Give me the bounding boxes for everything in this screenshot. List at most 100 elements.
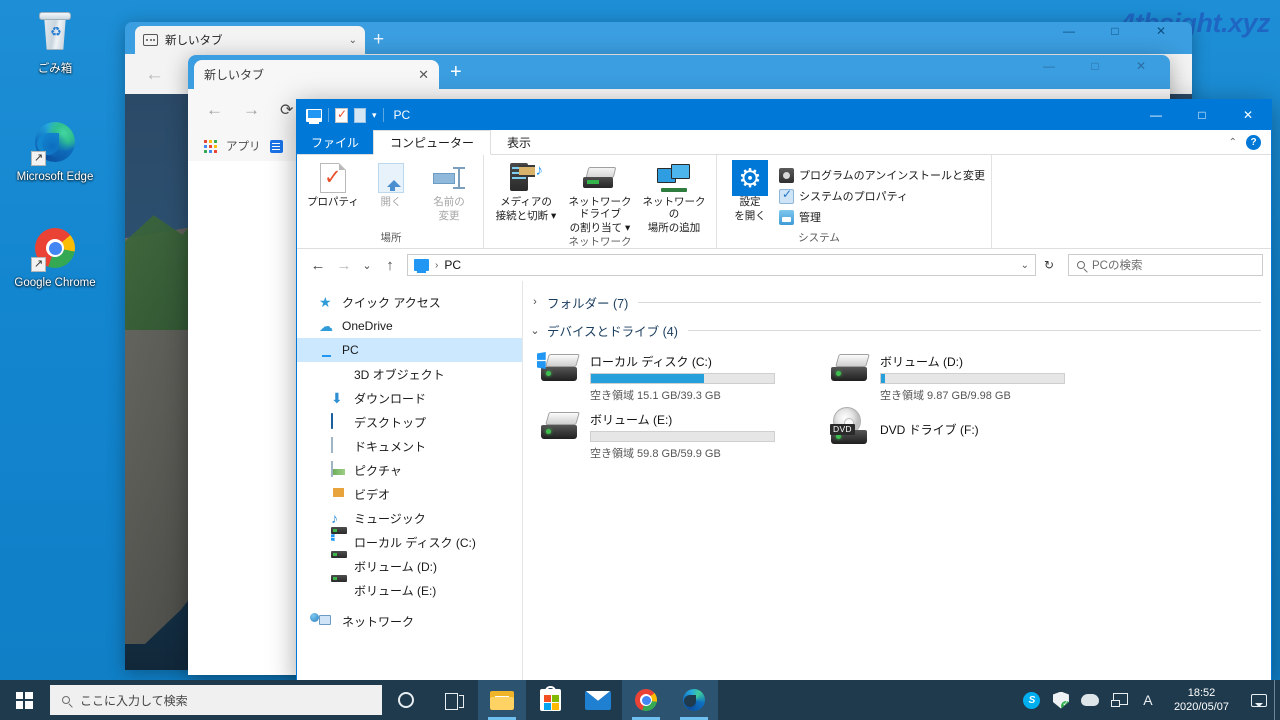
desktop-icon-microsoft-edge[interactable]: ↗ Microsoft Edge — [10, 118, 100, 184]
search-input[interactable]: PCの検索 — [1068, 254, 1263, 276]
navigation-pane[interactable]: ★ クイック アクセス ☁ OneDrive PC 3D オブジェクト ⬇ ダウ… — [297, 281, 523, 683]
chrome-minimize-button[interactable]: — — [1026, 59, 1072, 73]
group-header-folders[interactable]: › フォルダー (7) — [529, 291, 1261, 313]
breadcrumb-item-pc[interactable]: PC — [444, 258, 461, 272]
sidebar-item-pictures[interactable]: ピクチャ — [297, 458, 522, 482]
minimize-button[interactable]: — — [1133, 100, 1179, 130]
google-docs-icon[interactable] — [269, 139, 283, 153]
sidebar-item-documents[interactable]: ドキュメント — [297, 434, 522, 458]
breadcrumb[interactable]: › PC ⌄ — [407, 254, 1036, 276]
edge-back-button[interactable]: ← — [145, 64, 164, 86]
chrome-forward-button[interactable]: → — [243, 100, 260, 120]
apps-grid-icon[interactable] — [204, 139, 217, 153]
clock[interactable]: 18:52 2020/05/07 — [1168, 686, 1235, 714]
window-controls[interactable]: — □ ✕ — [1133, 100, 1271, 130]
group-header-devices-and-drives[interactable]: ⌄ デバイスとドライブ (4) — [529, 319, 1261, 341]
taskbar-search-input[interactable]: ここに入力して検索 — [50, 685, 382, 715]
ribbon-button-properties[interactable]: プロパティ — [305, 160, 361, 208]
taskbar-file-explorer-button[interactable] — [478, 680, 526, 720]
edge-maximize-button[interactable]: □ — [1092, 24, 1138, 38]
explorer-title-bar[interactable]: ▾ PC — □ ✕ — [297, 100, 1271, 130]
tray-network-icon[interactable] — [1110, 691, 1128, 709]
ribbon-item-system-properties[interactable]: システムのプロパティ — [779, 187, 985, 204]
chrome-tab[interactable]: 新しいタブ ✕ — [194, 60, 439, 89]
edge-tab[interactable]: 新しいタブ ⌄ — [135, 26, 365, 54]
close-button[interactable]: ✕ — [1225, 100, 1271, 130]
sidebar-item-videos[interactable]: ビデオ — [297, 482, 522, 506]
edge-new-tab-button[interactable]: + — [373, 30, 384, 49]
back-button[interactable]: ← — [305, 257, 331, 274]
chrome-new-tab-button[interactable]: + — [450, 62, 462, 82]
chrome-back-button[interactable]: ← — [206, 100, 223, 120]
taskbar-task-view-button[interactable] — [430, 680, 478, 720]
ribbon-button-open-settings[interactable]: ⚙ 設定 を開く — [727, 160, 773, 222]
refresh-button[interactable]: ↻ — [1036, 258, 1062, 272]
recent-locations-button[interactable]: ⌄ — [357, 259, 377, 272]
chevron-down-icon[interactable]: ⌄ — [529, 324, 541, 337]
chevron-down-icon[interactable]: ⌄ — [349, 35, 357, 46]
sidebar-item-network[interactable]: ネットワーク — [297, 609, 522, 633]
desktop[interactable]: 4thsight.xyz ♻ ごみ箱 ↗ Microsoft Edge ↗ Go… — [0, 0, 1280, 720]
chrome-maximize-button[interactable]: □ — [1072, 59, 1118, 73]
drive-item-volume-d[interactable]: ボリューム (D:) 空き領域 9.87 GB/9.98 GB — [825, 349, 1085, 403]
up-button[interactable]: ↑ — [377, 257, 403, 274]
new-folder-icon[interactable] — [354, 107, 366, 123]
desktop-icon-google-chrome[interactable]: ↗ Google Chrome — [10, 224, 100, 290]
quick-access-toolbar[interactable]: ▾ — [297, 107, 384, 124]
content-pane[interactable]: › フォルダー (7) ⌄ デバイスとドライブ (4) ローカル ディスク (C… — [523, 281, 1271, 683]
chevron-down-icon[interactable]: ▾ — [372, 110, 377, 121]
taskbar-microsoft-store-button[interactable] — [526, 680, 574, 720]
forward-button[interactable]: → — [331, 257, 357, 274]
ribbon-button-map-network-drive[interactable]: ネットワーク ドライブ の割り当て ▾ — [564, 160, 636, 234]
ribbon-button-add-network-location[interactable]: ネットワークの 場所の追加 — [638, 160, 710, 234]
taskbar-mail-button[interactable] — [574, 680, 622, 720]
chevron-down-icon[interactable]: ⌄ — [1021, 260, 1029, 271]
ribbon-button-media[interactable]: ♪ メディアの 接続と切断 ▾ — [490, 160, 562, 222]
ribbon[interactable]: プロパティ 開く 名前の 変更 場所 — [297, 155, 1271, 249]
sidebar-item-desktop[interactable]: デスクトップ — [297, 410, 522, 434]
ribbon-item-manage[interactable]: 管理 — [779, 209, 985, 225]
ribbon-tab-file[interactable]: ファイル — [297, 130, 374, 154]
show-desktop-button[interactable] — [1274, 680, 1280, 720]
ribbon-button-open[interactable]: 開く — [363, 160, 419, 208]
system-tray[interactable]: S ✓ A 18:52 2020/05/07 — [1023, 686, 1280, 714]
pc-icon[interactable] — [306, 108, 322, 124]
edge-tab-strip[interactable]: 新しいタブ ⌄ + — □ ✕ — [125, 22, 1192, 54]
desktop-icon-recycle-bin[interactable]: ♻ ごみ箱 — [10, 10, 100, 76]
sidebar-item-quick-access[interactable]: ★ クイック アクセス — [297, 290, 522, 314]
properties-icon[interactable] — [335, 107, 348, 123]
file-explorer-window[interactable]: ▾ PC — □ ✕ ファイル コンピューター 表示 ⌃ ? — [296, 99, 1272, 684]
tray-windows-security-icon[interactable]: ✓ — [1052, 691, 1070, 709]
help-icon[interactable]: ? — [1246, 134, 1261, 150]
tray-ime-icon[interactable]: A — [1139, 691, 1157, 709]
address-bar[interactable]: ← → ⌄ ↑ › PC ⌄ ↻ PCの検索 — [297, 249, 1271, 281]
sidebar-item-pc[interactable]: PC — [297, 338, 522, 362]
sidebar-item-volume-e[interactable]: ボリューム (E:) — [297, 575, 522, 602]
ribbon-button-rename[interactable]: 名前の 変更 — [421, 160, 477, 222]
taskbar-edge-button[interactable] — [670, 680, 718, 720]
start-button[interactable] — [0, 680, 48, 720]
ribbon-tab-view[interactable]: 表示 — [491, 130, 547, 154]
edge-minimize-button[interactable]: — — [1046, 24, 1092, 38]
chrome-close-button[interactable]: ✕ — [1118, 59, 1164, 73]
taskbar-chrome-button[interactable] — [622, 680, 670, 720]
edge-close-button[interactable]: ✕ — [1138, 24, 1184, 38]
maximize-button[interactable]: □ — [1179, 100, 1225, 130]
chevron-right-icon[interactable]: › — [529, 296, 541, 308]
ribbon-tab-bar[interactable]: ファイル コンピューター 表示 ⌃ ? — [297, 130, 1271, 155]
action-center-button[interactable] — [1246, 693, 1272, 707]
ribbon-tab-computer[interactable]: コンピューター — [373, 130, 492, 155]
tray-skype-icon[interactable]: S — [1023, 691, 1041, 709]
taskbar-cortana-button[interactable] — [382, 680, 430, 720]
chrome-reload-button[interactable]: ⟳ — [280, 100, 293, 120]
drive-item-dvd-f[interactable]: DVD DVD ドライブ (F:) — [825, 407, 1085, 461]
collapse-ribbon-icon[interactable]: ⌃ — [1229, 137, 1237, 148]
bookmark-apps-label[interactable]: アプリ — [226, 138, 261, 154]
drive-item-local-disk-c[interactable]: ローカル ディスク (C:) 空き領域 15.1 GB/39.3 GB — [535, 349, 795, 403]
sidebar-item-onedrive[interactable]: ☁ OneDrive — [297, 314, 522, 338]
drive-item-volume-e[interactable]: ボリューム (E:) 空き領域 59.8 GB/59.9 GB — [535, 407, 795, 461]
ribbon-item-uninstall-program[interactable]: プログラムのアンインストールと変更 — [779, 167, 985, 183]
chrome-tab-strip[interactable]: 新しいタブ ✕ + — □ ✕ — [188, 55, 1170, 89]
close-icon[interactable]: ✕ — [418, 67, 429, 83]
tray-onedrive-icon[interactable] — [1080, 691, 1099, 709]
